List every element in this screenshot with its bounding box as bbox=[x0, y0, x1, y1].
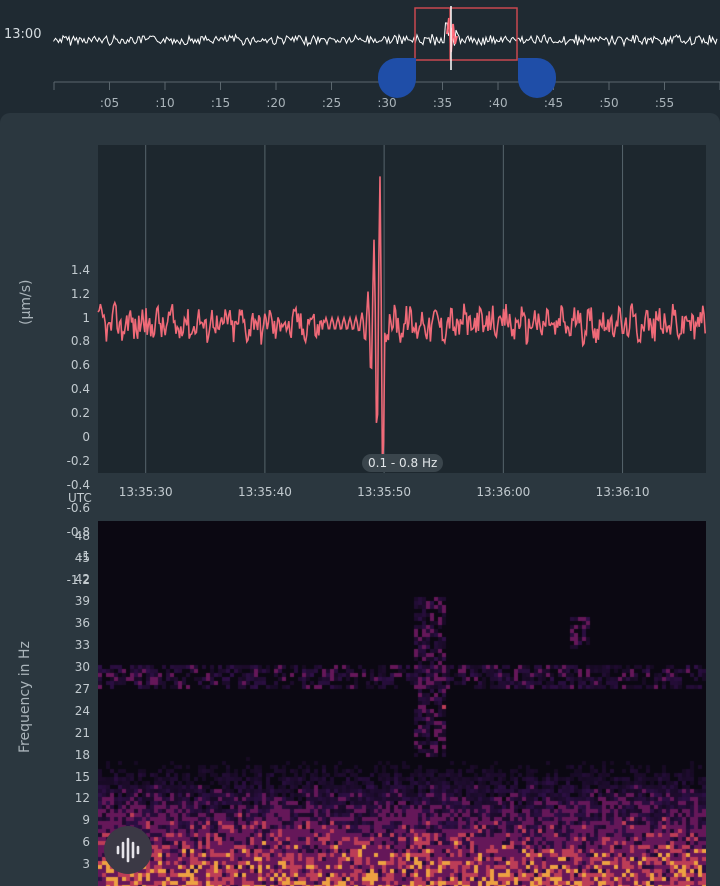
spectrogram-y-tick-label: 27 bbox=[74, 681, 90, 696]
overview-tick-label: :35 bbox=[432, 96, 453, 110]
selection-right-handle[interactable] bbox=[518, 58, 556, 98]
spectrogram-y-tick-label: 45 bbox=[74, 550, 90, 565]
overview-trace-path bbox=[53, 22, 718, 48]
overview-tick-label: :25 bbox=[321, 96, 342, 110]
overview-timeline[interactable]: 13:00 :05:10:15:20:25:30:35:40:45:50:55 bbox=[0, 0, 720, 118]
spectrogram-y-tick-label: 33 bbox=[74, 638, 90, 653]
overview-tick-label: :40 bbox=[488, 96, 508, 110]
spectrogram-y-tick-label: 39 bbox=[74, 594, 90, 609]
waveform-x-tick-label: 13:35:40 bbox=[237, 485, 292, 499]
waveform-y-tick-label: 0 bbox=[82, 429, 90, 444]
spectrogram-y-tick-label: 21 bbox=[74, 725, 90, 740]
filter-band-badge[interactable]: 0.1 - 0.8 Hz bbox=[362, 454, 444, 472]
spectrogram-y-tick-label: 36 bbox=[74, 616, 90, 631]
spectrogram-y-tick-label: 18 bbox=[74, 747, 90, 762]
spectrogram-y-tick-label: 3 bbox=[82, 857, 90, 872]
spectrogram-y-tick-label: 42 bbox=[74, 572, 90, 587]
waveform-trace bbox=[97, 176, 706, 468]
spectrogram-y-axis-label: Frequency in Hz bbox=[17, 641, 33, 753]
spectrogram-y-tick-label: 48 bbox=[74, 528, 90, 543]
waveform-y-tick-label: 0.8 bbox=[70, 334, 90, 349]
overview-tick-label: :30 bbox=[377, 96, 397, 110]
selection-window[interactable] bbox=[414, 7, 518, 61]
overview-tick-label: :20 bbox=[266, 96, 286, 110]
spectrogram-y-tick-label: 15 bbox=[74, 769, 90, 784]
waveform-y-tick-label: 1.4 bbox=[70, 262, 90, 277]
waveform-x-tick-label: 13:36:10 bbox=[595, 485, 650, 499]
spectrogram[interactable] bbox=[98, 521, 706, 886]
spectrogram-y-tick-label: 24 bbox=[74, 703, 90, 718]
detail-panel: (μm/s) 1.4 1.2 1 0.8 0.6 0.4 0.2 0 -0.2 -0.4 -0.6-… bbox=[0, 113, 720, 886]
waveform-y-tick-label: 0.6 bbox=[70, 358, 90, 373]
overview-tick-label: :10 bbox=[155, 96, 175, 110]
waveform-y-tick-label: 0.4 bbox=[70, 382, 90, 397]
overview-tick-label: :05 bbox=[99, 96, 120, 110]
spectrogram-y-tick-label: 6 bbox=[82, 835, 90, 850]
overview-tick-label: :50 bbox=[599, 96, 619, 110]
spectrogram-y-tick-label: 9 bbox=[82, 813, 90, 828]
spectrogram-y-tick-label: 30 bbox=[74, 660, 90, 674]
spectrogram-canvas bbox=[98, 521, 706, 886]
overview-tick-label: :45 bbox=[543, 96, 564, 110]
waveform-y-tick-label: 0.2 bbox=[70, 406, 90, 421]
spectrogram-y-tick-label: 12 bbox=[74, 791, 90, 806]
waveform-y-tick-label: -0.4 bbox=[66, 477, 90, 492]
overview-trace bbox=[53, 17, 718, 53]
overview-tick-label: :15 bbox=[210, 96, 231, 110]
sound-play-button[interactable] bbox=[104, 826, 152, 874]
waveform-chart[interactable] bbox=[0, 113, 720, 513]
timezone-label: UTC bbox=[68, 491, 92, 505]
waveform-y-tick-label: -0.2 bbox=[66, 453, 90, 468]
selection-left-handle[interactable] bbox=[378, 58, 416, 98]
waveform-y-tick-label: 1.2 bbox=[70, 286, 90, 301]
waveform-x-tick-label: 13:36:00 bbox=[476, 485, 531, 499]
sound-wave-icon bbox=[116, 837, 140, 863]
waveform-x-tick-label: 13:35:50 bbox=[357, 485, 412, 499]
waveform-x-tick-label: 13:35:30 bbox=[118, 485, 173, 499]
waveform-y-tick-label: 1 bbox=[82, 310, 90, 325]
overview-tick-label: :55 bbox=[654, 96, 675, 110]
